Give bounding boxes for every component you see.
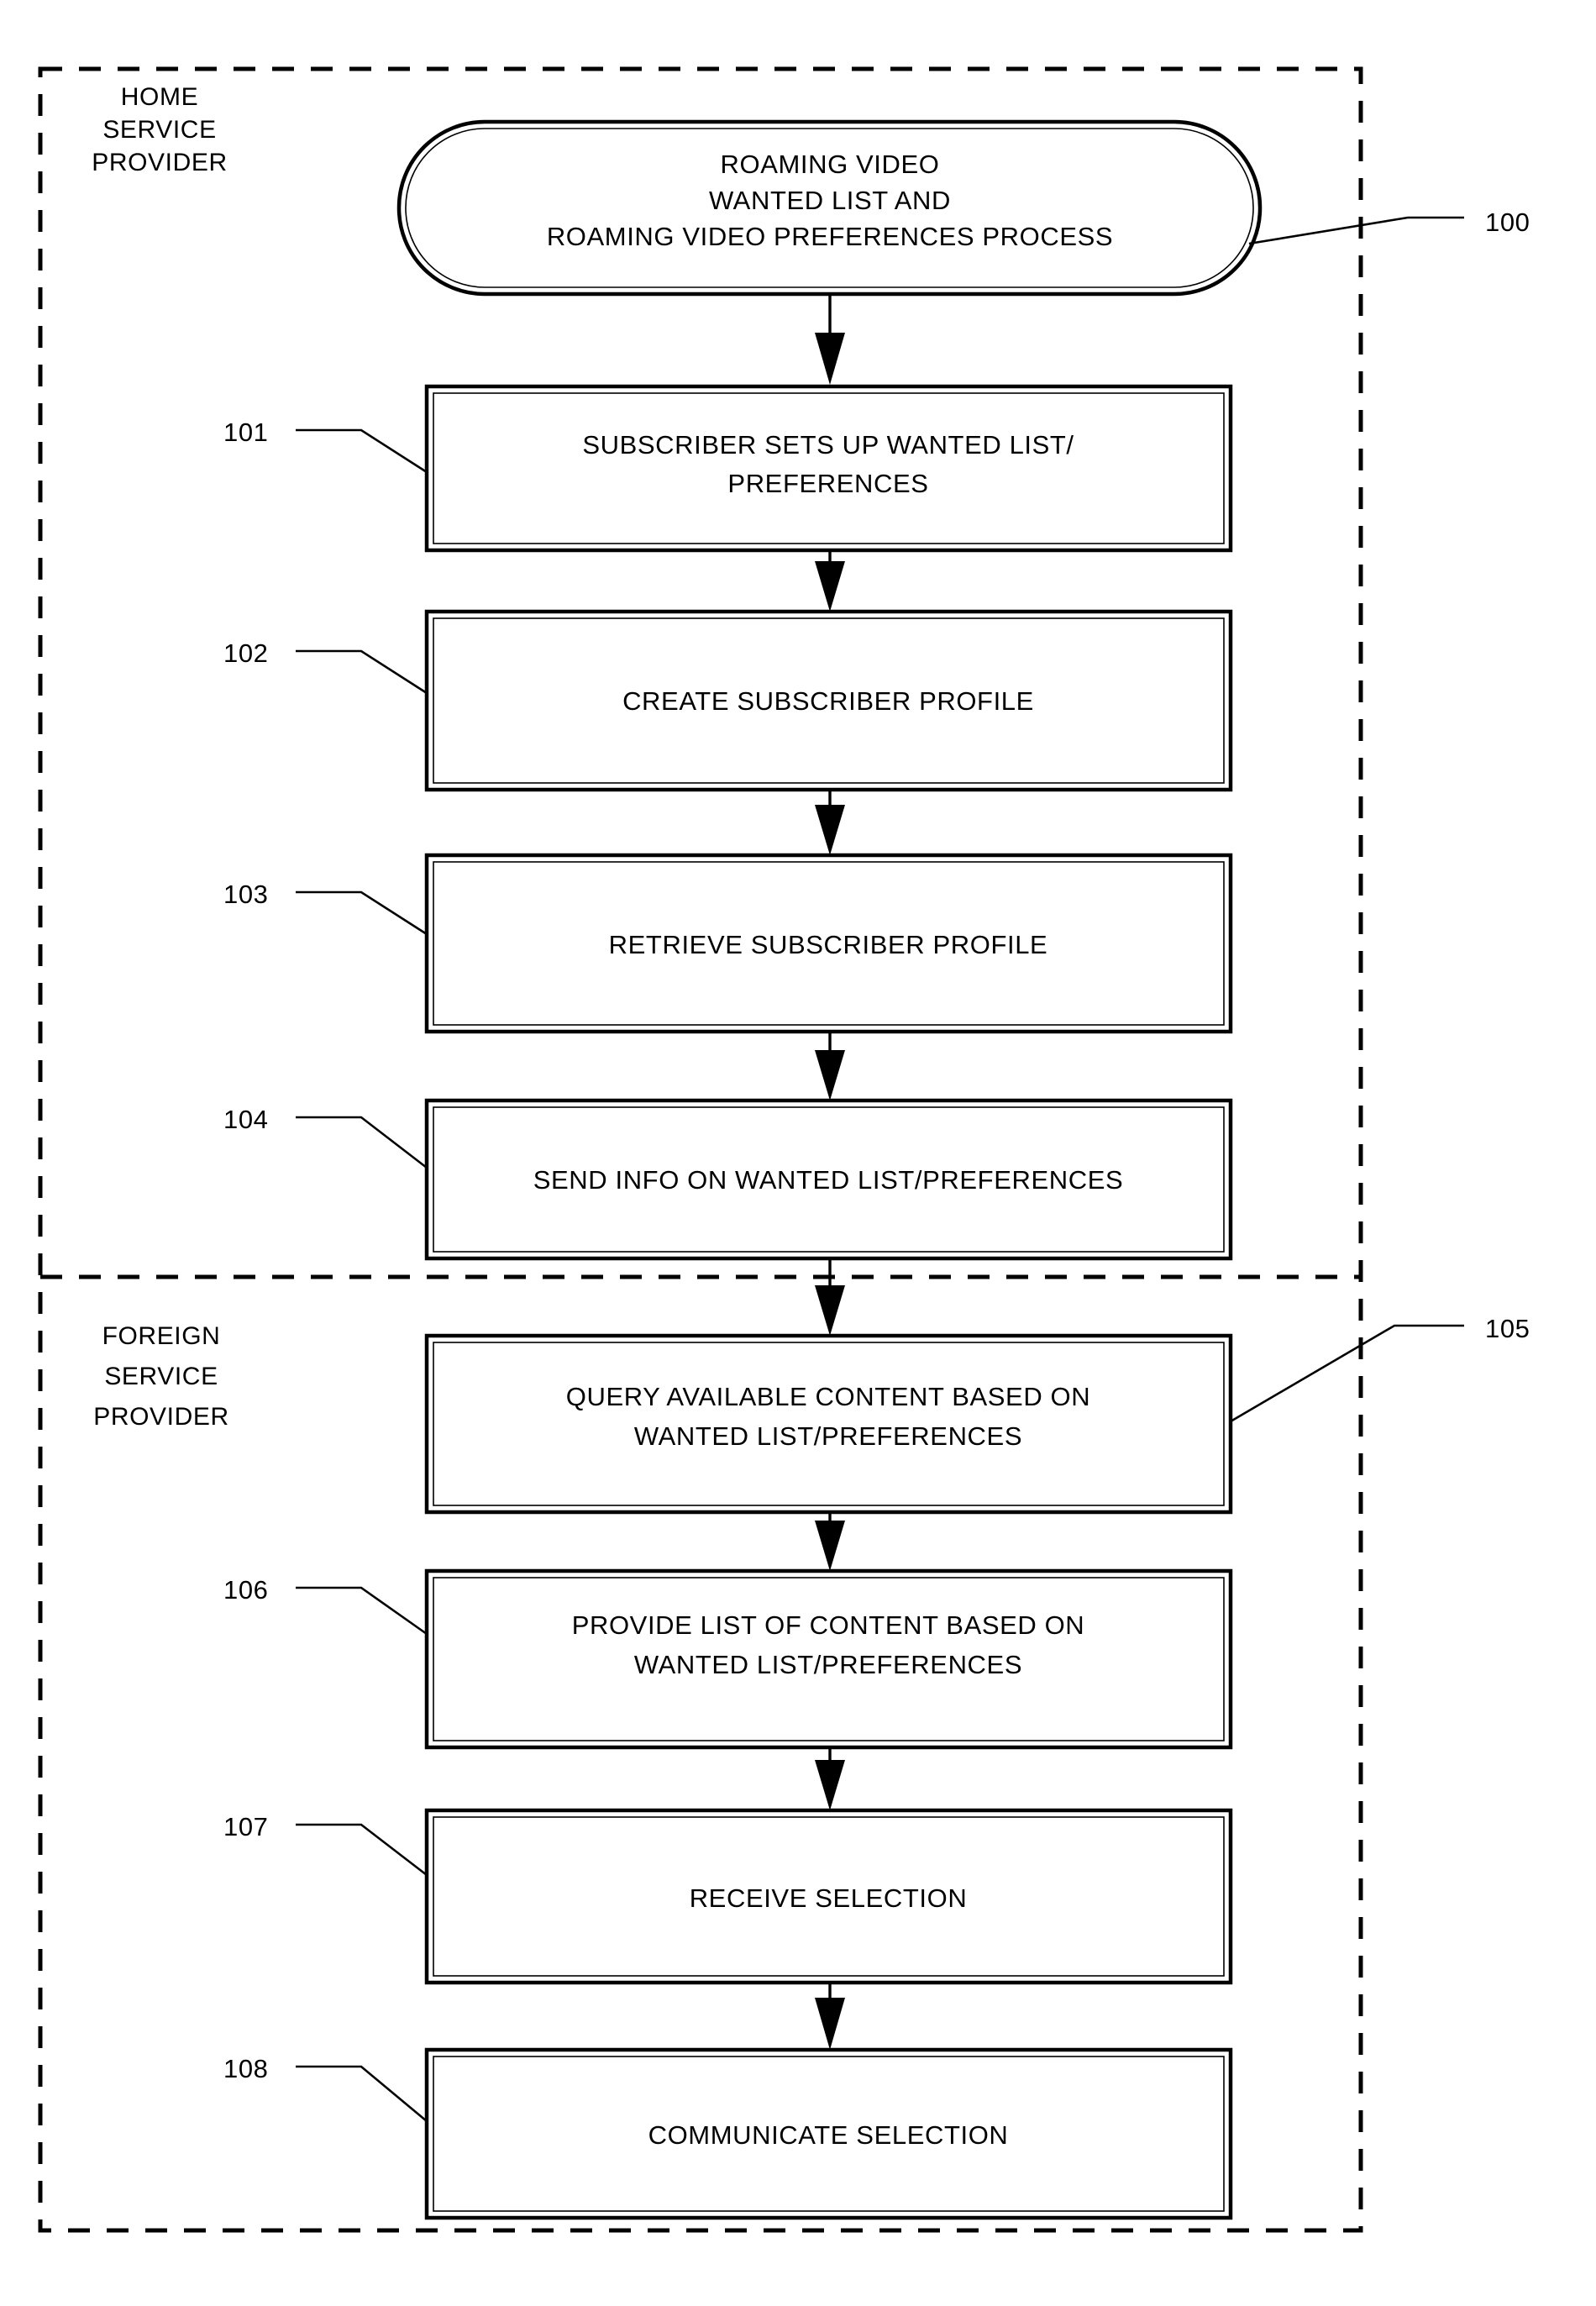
arrow-head-icon [815,561,845,612]
flowchart-svg: HOME SERVICE PROVIDER FOREIGN SERVICE PR… [38,66,1530,2233]
process-box-107: RECEIVE SELECTION [424,1808,1233,1985]
connector-106-to-107 [815,1747,845,1810]
box-105-line-1: QUERY AVAILABLE CONTENT BASED ON [566,1382,1090,1411]
reference-number-107: 107 [223,1812,269,1841]
process-box-108: COMMUNICATE SELECTION [424,2047,1233,2220]
reference-leader-106: 106 [223,1575,428,1636]
box-102-line-1: CREATE SUBSCRIBER PROFILE [622,686,1034,716]
arrow-head-icon [815,1760,845,1810]
connector-102-to-103 [815,790,845,855]
swimlane-label-home: HOME SERVICE PROVIDER [92,83,228,176]
swimlane-home-line-1: HOME [121,83,198,111]
leader-line-106 [296,1586,428,1636]
reference-leader-107: 107 [223,1812,428,1877]
leader-line-108 [296,2065,428,2122]
reference-number-103: 103 [223,880,269,909]
figure-page: HOME SERVICE PROVIDER FOREIGN SERVICE PR… [0,0,1596,2306]
reference-number-102: 102 [223,638,269,668]
leader-line-101 [296,428,428,474]
arrow-head-icon [815,805,845,855]
swimlane-label-foreign: FOREIGN SERVICE PROVIDER [93,1322,229,1431]
box-103-line-1: RETRIEVE SUBSCRIBER PROFILE [609,930,1048,959]
reference-number-105: 105 [1485,1314,1530,1343]
box-101-line-1: SUBSCRIBER SETS UP WANTED LIST/ [582,430,1074,460]
connector-103-to-104 [815,1032,845,1100]
swimlane-foreign-line-2: SERVICE [104,1363,218,1390]
terminator-line-3: ROAMING VIDEO PREFERENCES PROCESS [547,222,1113,251]
terminator-line-1: ROAMING VIDEO [721,150,940,179]
box-107-line-1: RECEIVE SELECTION [690,1883,968,1913]
reference-leader-104: 104 [223,1105,428,1169]
connector-100-to-101 [815,294,845,385]
process-box-105: QUERY AVAILABLE CONTENT BASED ON WANTED … [424,1333,1233,1515]
reference-leader-108: 108 [223,2054,428,2122]
arrow-head-icon [815,1521,845,1571]
box-104-line-1: SEND INFO ON WANTED LIST/PREFERENCES [533,1165,1124,1195]
connector-101-to-102 [815,550,845,612]
reference-leader-100: 100 [1248,207,1530,245]
reference-number-101: 101 [223,418,269,447]
leader-line-104 [296,1116,428,1169]
box-106-line-1: PROVIDE LIST OF CONTENT BASED ON [572,1610,1085,1640]
leader-line-100 [1248,216,1464,245]
box-108-line-1: COMMUNICATE SELECTION [648,2120,1009,2150]
swimlane-foreign-line-1: FOREIGN [102,1322,221,1350]
connector-104-to-105 [815,1258,845,1336]
terminator-line-2: WANTED LIST AND [709,186,951,215]
terminator-roaming-video-process: ROAMING VIDEO WANTED LIST AND ROAMING VI… [396,119,1263,297]
reference-leader-105: 105 [1230,1314,1530,1423]
connector-107-to-108 [815,1983,845,2050]
connector-105-to-106 [815,1512,845,1571]
arrow-head-icon [815,1998,845,2050]
box-105-line-2: WANTED LIST/PREFERENCES [634,1421,1022,1451]
leader-line-105 [1230,1324,1464,1423]
reference-number-100: 100 [1485,207,1530,237]
reference-number-104: 104 [223,1105,269,1134]
reference-leader-103: 103 [223,880,428,936]
leader-line-103 [296,890,428,936]
reference-number-108: 108 [223,2054,269,2083]
swimlane-home-line-2: SERVICE [102,116,216,144]
reference-leader-102: 102 [223,638,428,695]
box-106-line-2: WANTED LIST/PREFERENCES [634,1650,1022,1679]
arrow-head-icon [815,1285,845,1336]
process-box-102: CREATE SUBSCRIBER PROFILE [424,609,1233,792]
process-box-106: PROVIDE LIST OF CONTENT BASED ON WANTED … [424,1568,1233,1750]
swimlane-home-line-3: PROVIDER [92,149,228,176]
swimlane-foreign-line-3: PROVIDER [93,1403,229,1431]
reference-number-106: 106 [223,1575,269,1605]
leader-line-102 [296,649,428,695]
reference-leader-101: 101 [223,418,428,474]
process-box-104: SEND INFO ON WANTED LIST/PREFERENCES [424,1098,1233,1261]
leader-line-107 [296,1823,428,1877]
arrow-head-icon [815,1050,845,1100]
box-101-line-2: PREFERENCES [727,469,928,498]
process-box-103: RETRIEVE SUBSCRIBER PROFILE [424,853,1233,1034]
process-box-101: SUBSCRIBER SETS UP WANTED LIST/ PREFEREN… [424,384,1233,553]
arrow-head-icon [815,333,845,385]
